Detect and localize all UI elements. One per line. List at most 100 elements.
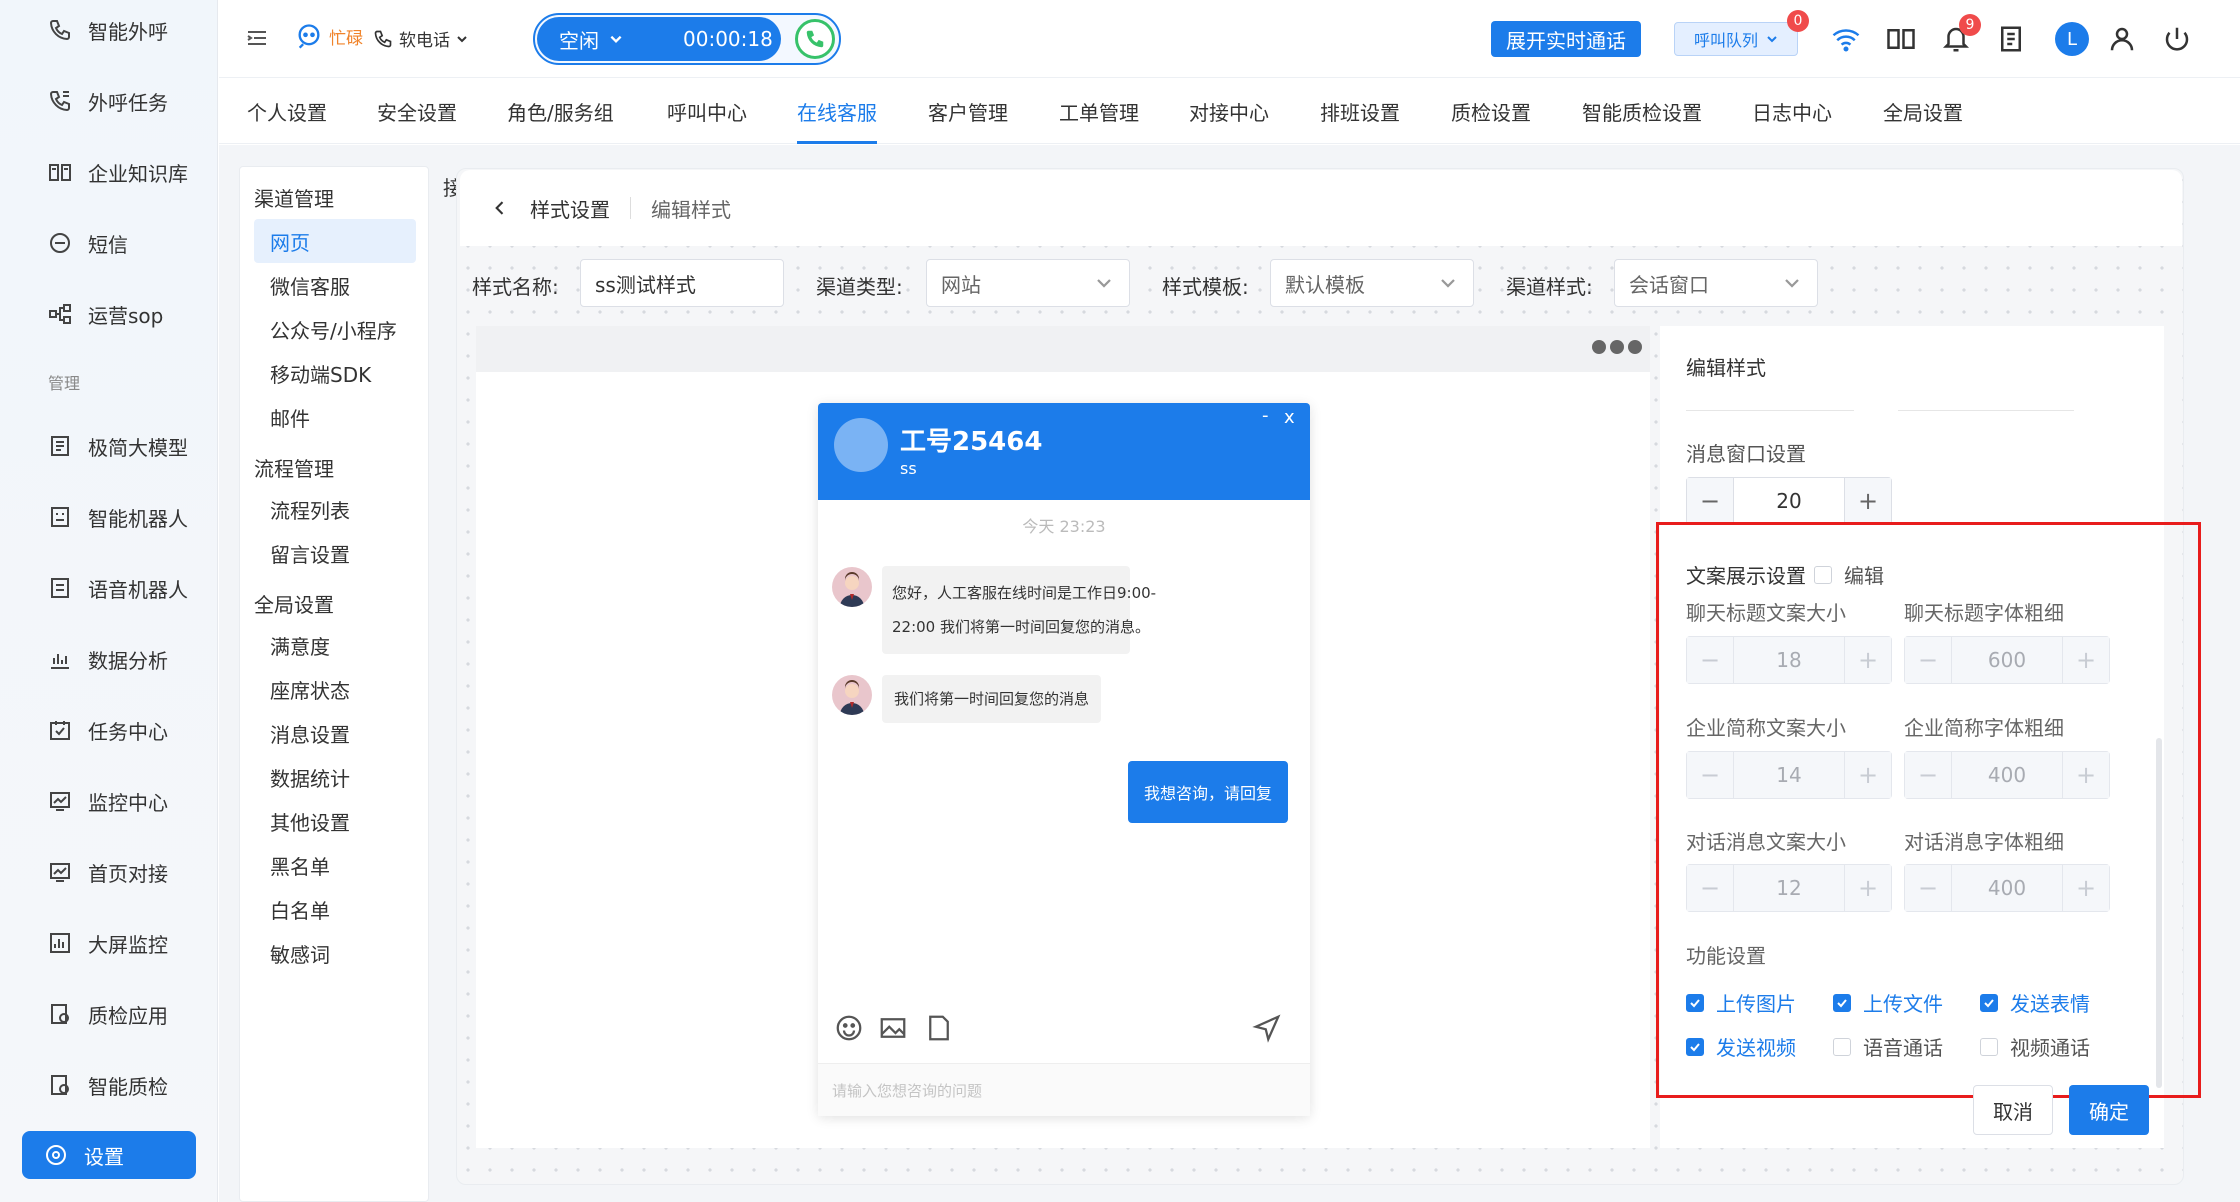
subnav-item-web[interactable]: 网页 <box>254 219 416 263</box>
send-icon[interactable] <box>1252 1013 1282 1043</box>
checkbox-send-video[interactable]: 发送视频 <box>1686 1032 1796 1061</box>
increment-button: + <box>1845 637 1891 683</box>
close-icon[interactable]: x <box>1284 407 1295 428</box>
checkbox-voice-call[interactable]: 语音通话 <box>1833 1032 1943 1061</box>
user-icon[interactable] <box>2107 24 2137 54</box>
subnav-item-statistics[interactable]: 数据统计 <box>270 763 350 792</box>
power-icon[interactable] <box>2162 24 2192 54</box>
tab-smart-qc-settings[interactable]: 智能质检设置 <box>1582 78 1702 144</box>
message-line: 您好，人工客服在线时间是工作日9:00- <box>892 584 1157 602</box>
stepper-value[interactable]: 20 <box>1733 478 1845 524</box>
user-avatar[interactable]: L <box>2055 22 2089 56</box>
subnav-item-whitelist[interactable]: 白名单 <box>270 895 330 924</box>
subnav-item-sdk[interactable]: 移动端SDK <box>270 359 371 388</box>
cancel-button[interactable]: 取消 <box>1973 1085 2053 1135</box>
chevron-down-icon <box>1095 274 1113 292</box>
sidebar-item-voice-robot[interactable]: 语音机器人 <box>48 568 208 608</box>
back-arrow-icon[interactable] <box>490 198 510 218</box>
sidebar-item-task-center[interactable]: 任务中心 <box>48 710 208 750</box>
file-icon[interactable] <box>924 1013 954 1043</box>
chat-message-input[interactable]: 请输入您想咨询的问题 <box>818 1063 1310 1116</box>
tab-customer[interactable]: 客户管理 <box>928 78 1008 144</box>
channel-type-select[interactable]: 网站 <box>926 259 1130 307</box>
sidebar-item-sop[interactable]: 运营sop <box>48 294 208 334</box>
checkbox-upload-image[interactable]: 上传图片 <box>1686 988 1796 1017</box>
sidebar-item-home-link[interactable]: 首页对接 <box>48 852 208 892</box>
subnav-item-seat-status[interactable]: 座席状态 <box>270 675 350 704</box>
stepper-value: 400 <box>1951 865 2063 911</box>
tab-global[interactable]: 全局设置 <box>1883 78 1963 144</box>
subnav-item-msg-settings[interactable]: 消息设置 <box>270 719 350 748</box>
scrollbar-thumb[interactable] <box>2156 738 2162 1088</box>
sidebar-item-knowledge[interactable]: 企业知识库 <box>48 152 208 192</box>
subnav-item-wechat[interactable]: 微信客服 <box>270 271 350 300</box>
message-size-stepper: − 12 + <box>1686 864 1892 912</box>
tab-integration[interactable]: 对接中心 <box>1189 78 1269 144</box>
style-name-input[interactable]: ss测试样式 <box>580 259 784 307</box>
decrement-button[interactable]: − <box>1687 478 1733 524</box>
increment-button: + <box>1845 752 1891 798</box>
sidebar-item-qc-smart[interactable]: 智能质检 <box>48 1065 208 1105</box>
chat-subtitle: ss <box>900 459 917 478</box>
agent-status[interactable]: 忙碌 <box>295 22 363 50</box>
breadcrumb-parent[interactable]: 样式设置 <box>530 194 610 223</box>
breadcrumb-separator <box>630 197 631 219</box>
tab-personal[interactable]: 个人设置 <box>247 78 327 144</box>
checkbox-upload-file[interactable]: 上传文件 <box>1833 988 1943 1017</box>
menu-toggle-icon[interactable] <box>245 26 269 50</box>
sidebar-item-settings[interactable]: 设置 <box>22 1131 196 1179</box>
tab-ticket[interactable]: 工单管理 <box>1059 78 1139 144</box>
edit-checkbox[interactable]: 编辑 <box>1814 560 1884 589</box>
tab-logs[interactable]: 日志中心 <box>1752 78 1832 144</box>
tab-security[interactable]: 安全设置 <box>377 78 457 144</box>
sidebar-item-big-screen[interactable]: 大屏监控 <box>48 923 208 963</box>
sidebar-item-sms[interactable]: 短信 <box>48 223 208 263</box>
image-icon[interactable] <box>878 1013 908 1043</box>
sidebar-item-data-analysis[interactable]: 数据分析 <box>48 639 208 679</box>
answer-call-button[interactable] <box>795 19 835 59</box>
subnav-item-sensitive[interactable]: 敏感词 <box>270 939 330 968</box>
subnav-item-other[interactable]: 其他设置 <box>270 807 350 836</box>
title-size-stepper: − 18 + <box>1686 636 1892 684</box>
tab-call-center[interactable]: 呼叫中心 <box>667 78 747 144</box>
voice-robot-icon <box>48 576 72 600</box>
decrement-button: − <box>1687 752 1733 798</box>
subnav-item-message-settings[interactable]: 留言设置 <box>270 539 350 568</box>
subnav-item-email[interactable]: 邮件 <box>270 403 310 432</box>
increment-button[interactable]: + <box>1845 478 1891 524</box>
template-select[interactable]: 默认模板 <box>1270 259 1474 307</box>
sidebar-item-smart-outbound[interactable]: 智能外呼 <box>48 10 208 50</box>
breadcrumb-current: 编辑样式 <box>651 197 731 222</box>
sidebar-item-robot[interactable]: 智能机器人 <box>48 497 208 537</box>
channel-style-select[interactable]: 会话窗口 <box>1614 259 1818 307</box>
softphone-dropdown[interactable]: 软电话 <box>373 26 468 51</box>
sidebar-item-qc-app[interactable]: 质检应用 <box>48 994 208 1034</box>
call-queue-dropdown[interactable]: 呼叫队列 <box>1674 22 1798 56</box>
message-window-stepper[interactable]: − 20 + <box>1686 477 1892 525</box>
document-icon[interactable] <box>1996 24 2026 54</box>
sidebar-item-label: 语音机器人 <box>88 577 188 602</box>
emoji-icon[interactable] <box>834 1013 864 1043</box>
stepper-value: 14 <box>1733 752 1845 798</box>
sidebar-item-llm[interactable]: 极简大模型 <box>48 426 208 466</box>
minimize-icon[interactable]: - <box>1262 405 1269 426</box>
subnav-item-mp[interactable]: 公众号/小程序 <box>270 315 397 344</box>
subnav-item-satisfaction[interactable]: 满意度 <box>270 631 330 660</box>
tab-online-service[interactable]: 在线客服 <box>797 78 877 144</box>
channel-style-label: 渠道样式: <box>1506 275 1593 299</box>
sidebar-item-monitor[interactable]: 监控中心 <box>48 781 208 821</box>
tab-schedule[interactable]: 排班设置 <box>1320 78 1400 144</box>
checkbox-send-emoji[interactable]: 发送表情 <box>1980 988 2090 1017</box>
tab-qc-settings[interactable]: 质检设置 <box>1451 78 1531 144</box>
subnav-item-blacklist[interactable]: 黑名单 <box>270 851 330 880</box>
confirm-button[interactable]: 确定 <box>2069 1085 2149 1135</box>
more-options-icon[interactable] <box>1592 340 1642 354</box>
tab-roles[interactable]: 角色/服务组 <box>507 78 614 144</box>
subnav-item-flow-list[interactable]: 流程列表 <box>270 495 350 524</box>
chevron-down-icon <box>456 33 468 45</box>
checkbox-video-call[interactable]: 视频通话 <box>1980 1032 2090 1061</box>
book-open-icon[interactable] <box>1886 24 1916 54</box>
sidebar-item-outbound-task[interactable]: 外呼任务 <box>48 81 208 121</box>
call-status-dropdown[interactable]: 空闲 00:00:18 <box>537 17 781 61</box>
realtime-call-button[interactable]: 展开实时通话 <box>1491 21 1641 57</box>
